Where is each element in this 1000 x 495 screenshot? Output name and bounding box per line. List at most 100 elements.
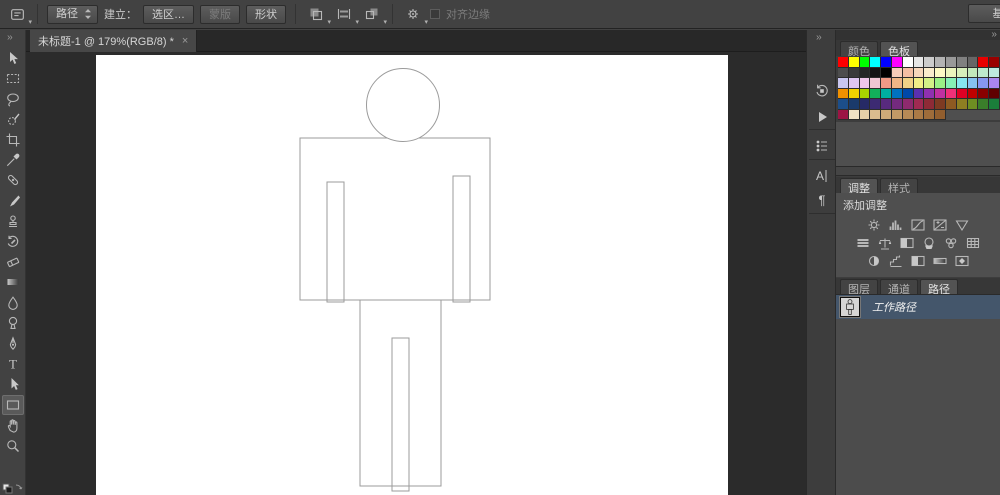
invert-adjustment-icon[interactable] [866,254,883,269]
brush-presets-panel-icon[interactable] [811,135,833,157]
tool-preset-picker-icon[interactable]: ▾ [6,4,32,26]
color-swatch[interactable] [891,88,903,99]
crop-tool[interactable] [2,130,24,150]
type-tool[interactable]: T [2,354,24,374]
brush-tool[interactable] [2,191,24,211]
curves-adjustment-icon[interactable] [910,218,927,233]
color-swatch[interactable] [978,99,990,110]
adjustments-tab-样式[interactable]: 样式 [880,178,918,195]
color-swatch[interactable] [859,78,871,89]
swatches-tab-色板[interactable]: 色板 [880,41,918,58]
color-swatch[interactable] [967,99,979,110]
color-swatch[interactable] [891,67,903,78]
selective-color-adjustment-icon[interactable] [954,254,971,269]
color-swatch[interactable] [956,57,968,68]
color-lookup-adjustment-icon[interactable] [965,236,982,251]
lasso-tool[interactable] [2,89,24,109]
color-swatch[interactable] [956,99,968,110]
collapse-dock-button[interactable]: ›› [816,32,822,43]
hand-tool[interactable] [2,415,24,435]
history-panel-icon[interactable] [811,80,833,102]
color-swatch[interactable] [848,67,860,78]
adjustments-tab-调整[interactable]: 调整 [840,178,878,195]
color-swatch[interactable] [859,109,871,120]
color-swatch[interactable] [956,88,968,99]
color-swatch[interactable] [945,78,957,89]
color-swatch[interactable] [891,57,903,68]
color-swatch[interactable] [859,67,871,78]
color-swatch[interactable] [838,67,849,78]
path-arrangement-icon[interactable]: ▾ [361,4,387,26]
color-swatch[interactable] [902,67,914,78]
blur-tool[interactable] [2,293,24,313]
document-canvas[interactable] [96,55,728,495]
color-swatch[interactable] [989,88,1000,99]
color-swatch[interactable] [881,78,892,89]
color-swatch[interactable] [924,99,936,110]
color-swatch[interactable] [978,78,990,89]
color-swatch[interactable] [848,57,860,68]
color-swatch[interactable] [924,57,936,68]
gear-icon[interactable]: ▾ [402,4,428,26]
color-swatch[interactable] [870,88,882,99]
color-swatch[interactable] [989,57,1000,68]
color-swatch[interactable] [902,109,914,120]
color-swatch[interactable] [978,88,990,99]
color-swatch[interactable] [881,109,892,120]
quick-selection-tool[interactable] [2,109,24,129]
vibrance-adjustment-icon[interactable] [954,218,971,233]
collapse-toolbar-button[interactable]: ›› [7,32,13,43]
color-swatch[interactable] [913,88,925,99]
color-swatch[interactable] [859,57,871,68]
color-swatch[interactable] [945,88,957,99]
color-swatch[interactable] [838,57,849,68]
make-mask-button[interactable]: 蒙版 [200,4,240,24]
levels-adjustment-icon[interactable] [888,218,905,233]
paragraph-panel-icon[interactable]: ¶ [811,189,833,211]
color-swatch[interactable] [978,67,990,78]
color-swatch[interactable] [956,78,968,89]
make-selection-button[interactable]: 选区… [143,4,194,24]
black-white-adjustment-icon[interactable] [899,236,916,251]
color-swatch[interactable] [870,78,882,89]
color-swatch[interactable] [902,99,914,110]
color-swatch[interactable] [870,99,882,110]
posterize-adjustment-icon[interactable] [888,254,905,269]
layers-tab-通道[interactable]: 通道 [880,279,918,296]
color-swatch[interactable] [967,88,979,99]
color-swatch[interactable] [967,67,979,78]
color-swatch[interactable] [989,67,1000,78]
color-swatch[interactable] [848,99,860,110]
color-swatch[interactable] [870,67,882,78]
color-swatch[interactable] [881,67,892,78]
color-swatch[interactable] [881,57,892,68]
channel-mixer-adjustment-icon[interactable] [943,236,960,251]
color-swatch[interactable] [935,109,946,120]
tool-mode-dropdown[interactable]: 路径 [47,4,98,24]
workspace-button[interactable]: 基 [968,4,1000,23]
path-selection-tool[interactable] [2,374,24,394]
eraser-tool[interactable] [2,252,24,272]
color-swatch[interactable] [870,109,882,120]
color-swatch[interactable] [978,57,990,68]
color-swatch[interactable] [859,99,871,110]
color-swatch[interactable] [945,99,957,110]
dodge-tool[interactable] [2,313,24,333]
color-swatch[interactable] [924,88,936,99]
color-swatch[interactable] [848,78,860,89]
swatches-tab-颜色[interactable]: 颜色 [840,41,878,58]
align-edges-checkbox[interactable] [430,9,440,19]
color-swatch[interactable] [848,88,860,99]
color-swatch[interactable] [935,78,946,89]
color-balance-adjustment-icon[interactable] [877,236,894,251]
spot-healing-tool[interactable] [2,170,24,190]
panel-resize-strip[interactable] [836,166,1000,176]
color-swatch[interactable] [989,78,1000,89]
path-operations-icon[interactable]: ▾ [305,4,331,26]
color-swatch[interactable] [902,88,914,99]
gradient-tool[interactable] [2,272,24,292]
exposure-adjustment-icon[interactable] [932,218,949,233]
photo-filter-adjustment-icon[interactable] [921,236,938,251]
color-swatch[interactable] [902,78,914,89]
color-swatch[interactable] [913,99,925,110]
